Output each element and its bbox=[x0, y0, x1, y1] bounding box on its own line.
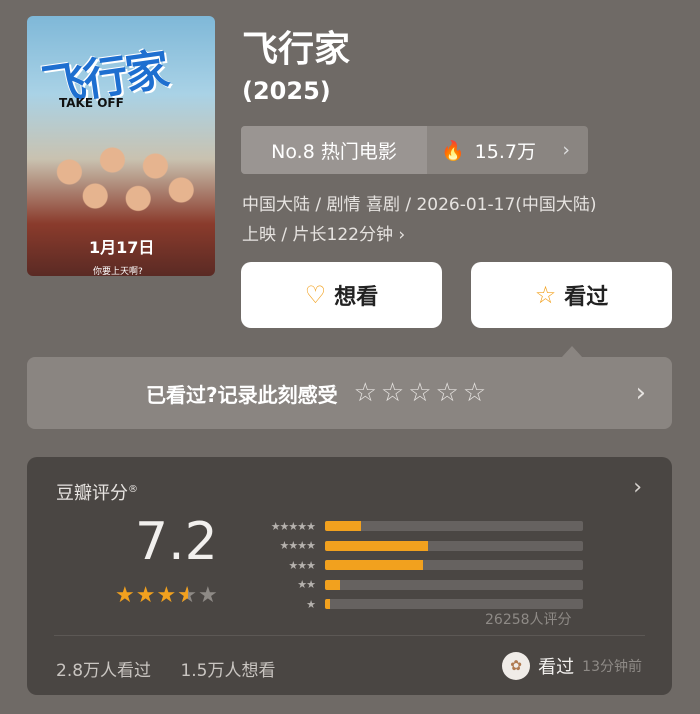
meta-line-2: 上映 / 片长122分钟 › bbox=[242, 225, 406, 245]
rating-title: 豆瓣评分® bbox=[56, 483, 138, 504]
want-count: 1.5万人想看 bbox=[180, 661, 276, 681]
distribution-track bbox=[325, 540, 583, 551]
chevron-right-icon: › bbox=[562, 139, 570, 161]
chevron-right-icon: › bbox=[635, 378, 646, 408]
distribution-stars-icon: ★★★ bbox=[288, 558, 316, 572]
distribution-row: ★★★ bbox=[247, 556, 583, 574]
distribution-stars-icon: ★★★★ bbox=[279, 539, 316, 552]
star-full-icon: ★ bbox=[115, 583, 136, 608]
star-3-icon[interactable]: ☆ bbox=[408, 378, 431, 408]
distribution-bar bbox=[325, 579, 341, 590]
distribution-row: ★★★★★ bbox=[247, 517, 583, 535]
movie-title: 飞行家 bbox=[242, 29, 351, 70]
star-outline-icon: ☆ bbox=[534, 281, 557, 309]
star-empty-icon: ★ bbox=[197, 583, 219, 608]
poster-subtitle-art: TAKE OFF bbox=[59, 96, 124, 110]
movie-year: (2025) bbox=[242, 77, 331, 105]
distribution-track bbox=[325, 560, 583, 570]
distribution-bar bbox=[325, 599, 331, 609]
poster-date-art: 1月17日 bbox=[89, 238, 155, 257]
avatar: ✿ bbox=[502, 652, 531, 680]
rank-badge[interactable]: No.8 热门电影 🔥 15.7万 › bbox=[241, 126, 588, 174]
votes-count: 26258人评分 bbox=[485, 612, 572, 628]
rating-score: 7.2 bbox=[135, 512, 218, 572]
distribution-row: ★★★★ bbox=[247, 537, 583, 555]
seen-label: 看过 bbox=[564, 285, 609, 310]
my-status-label: 看过 bbox=[538, 657, 575, 678]
star-full-icon: ★ bbox=[135, 583, 157, 608]
record-prompt: 已看过?记录此刻感受 bbox=[146, 382, 338, 407]
star-4-icon[interactable]: ☆ bbox=[436, 378, 459, 408]
poster-tagline-art: 你要上天啊? bbox=[93, 267, 143, 276]
star-1-icon[interactable]: ☆ bbox=[354, 378, 377, 408]
want-label: 想看 bbox=[334, 285, 379, 310]
watched-button[interactable]: ☆ 看过 bbox=[471, 262, 672, 328]
heat-section[interactable]: 🔥 15.7万 › bbox=[427, 137, 588, 164]
distribution-track bbox=[325, 579, 583, 590]
rank-label: No.8 热门电影 bbox=[241, 126, 427, 174]
movie-poster[interactable]: 飞行家 TAKE OFF 1月17日 你要上天啊? bbox=[27, 16, 215, 276]
movie-meta[interactable]: 中国大陆 / 剧情 喜剧 / 2026-01-17(中国大陆) 上映 / 片长1… bbox=[242, 190, 682, 250]
star-2-icon[interactable]: ☆ bbox=[381, 378, 404, 408]
record-feeling-bar[interactable]: 已看过?记录此刻感受 ☆ ☆ ☆ ☆ ☆ › bbox=[27, 357, 672, 429]
fire-icon: 🔥 bbox=[441, 139, 465, 162]
star-half-icon: ★★ bbox=[177, 583, 198, 608]
watch-stats: 2.8万人看过 1.5万人想看 bbox=[56, 656, 276, 681]
distribution-bar bbox=[325, 521, 362, 531]
registered-mark-icon: ® bbox=[128, 484, 138, 495]
seen-count: 2.8万人看过 bbox=[56, 661, 152, 681]
my-watch-status[interactable]: ✿ 看过 13分钟前 bbox=[502, 652, 642, 680]
rating-stars-display: ★★★★★★ bbox=[115, 583, 219, 608]
chevron-right-icon[interactable]: › bbox=[633, 475, 642, 500]
want-to-watch-button[interactable]: ♡ 想看 bbox=[241, 262, 442, 328]
rating-distribution: ★★★★★ ★★★★ ★★★ ★★ ★ bbox=[247, 517, 583, 615]
poster-crowd-illustration bbox=[35, 124, 207, 244]
meta-line-1: 中国大陆 / 剧情 喜剧 / 2026-01-17(中国大陆) bbox=[242, 195, 597, 215]
distribution-stars-icon: ★★ bbox=[297, 578, 316, 591]
distribution-stars-icon: ★ bbox=[306, 597, 316, 611]
star-5-icon[interactable]: ☆ bbox=[463, 378, 486, 408]
distribution-track bbox=[325, 521, 583, 531]
star-full-icon: ★ bbox=[156, 583, 178, 608]
distribution-stars-icon: ★★★★★ bbox=[270, 519, 316, 533]
distribution-row: ★★ bbox=[247, 576, 583, 594]
distribution-track bbox=[325, 599, 583, 609]
heat-value: 15.7万 bbox=[474, 140, 536, 163]
rating-stars-input[interactable]: ☆ ☆ ☆ ☆ ☆ bbox=[354, 378, 487, 408]
distribution-bar bbox=[325, 560, 424, 570]
divider bbox=[54, 635, 645, 636]
heart-plus-icon: ♡ bbox=[304, 281, 327, 309]
distribution-bar bbox=[325, 540, 429, 551]
douban-rating-card[interactable]: 豆瓣评分® › 7.2 ★★★★★★ ★★★★★★★★★★★★★★★ 26258… bbox=[27, 457, 672, 695]
my-status-time: 13分钟前 bbox=[582, 659, 642, 675]
